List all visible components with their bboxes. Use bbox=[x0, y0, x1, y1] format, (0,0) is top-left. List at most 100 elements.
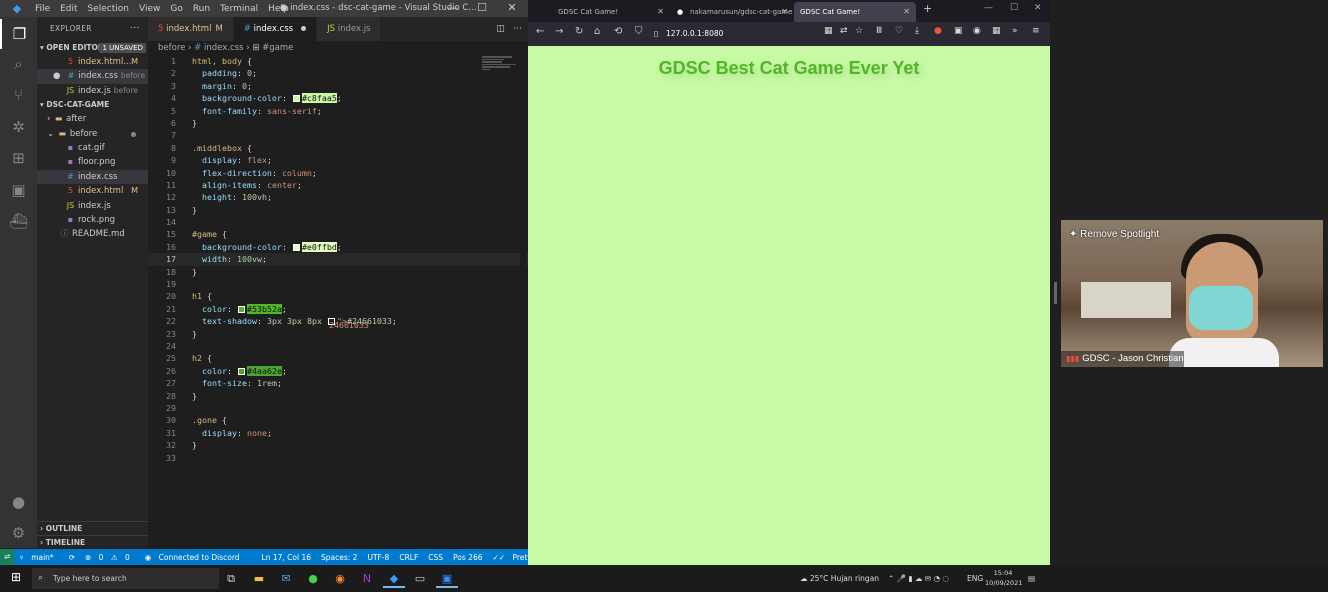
new-tab-icon[interactable]: + bbox=[923, 2, 932, 15]
code-editor[interactable]: 1 html, body {2 padding: 0; 3 margin: 0; 4 … bbox=[148, 55, 528, 464]
tree-folder[interactable]: › ▬ after bbox=[37, 112, 148, 126]
tree-file[interactable]: # index.css bbox=[37, 169, 148, 185]
account-icon[interactable]: ● bbox=[0, 487, 37, 517]
reload-icon[interactable]: ↻ bbox=[575, 26, 583, 37]
code-line[interactable]: 19 bbox=[148, 278, 528, 290]
settings-gear-icon[interactable]: ⚙ bbox=[0, 518, 37, 548]
code-line[interactable]: 9 display: flex; bbox=[148, 154, 528, 166]
unsaved-dot-icon[interactable] bbox=[301, 26, 307, 31]
tab-index-html[interactable]: 5 index.html M bbox=[148, 17, 234, 41]
addon-icon[interactable]: ▣ bbox=[954, 26, 963, 36]
resize-handle[interactable] bbox=[1054, 282, 1057, 304]
close-tab-icon[interactable]: ✕ bbox=[903, 2, 910, 22]
tree-file[interactable]: ⓘ README.md bbox=[37, 227, 148, 241]
tab-index-js[interactable]: JS index.js bbox=[317, 17, 382, 41]
forward-icon[interactable]: → bbox=[555, 26, 563, 37]
code-line[interactable]: 33 bbox=[148, 452, 528, 464]
firefox-icon[interactable]: ◉ bbox=[329, 569, 351, 588]
explorer-icon[interactable]: ❐ bbox=[0, 19, 37, 49]
menu-terminal[interactable]: Terminal bbox=[220, 4, 258, 14]
shield-icon[interactable]: ⛉ bbox=[635, 26, 643, 37]
close-icon[interactable]: ✕ bbox=[497, 1, 527, 14]
code-line[interactable]: 31 display: none; bbox=[148, 427, 528, 439]
code-line[interactable]: 5 font-family: sans-serif; bbox=[148, 105, 528, 117]
open-editors-section[interactable]: ▾ OPEN EDITORS 1 UNSAVED bbox=[37, 41, 148, 55]
code-line[interactable]: 26 color: #4aa62e; bbox=[148, 365, 528, 377]
hamburger-menu-icon[interactable]: ≡ bbox=[1032, 26, 1040, 36]
discord-status[interactable]: ◉ Connected to Discord bbox=[145, 553, 245, 562]
notification-center-icon[interactable]: ▤ bbox=[1028, 565, 1035, 592]
menu-view[interactable]: View bbox=[139, 4, 160, 14]
addon-icon[interactable]: ▦ bbox=[992, 26, 1001, 36]
code-line[interactable]: 21 color: #53b52a; bbox=[148, 303, 528, 315]
tree-folder[interactable]: ⌄ ▬ before bbox=[37, 127, 148, 141]
menu-go[interactable]: Go bbox=[170, 4, 182, 14]
code-line[interactable]: 30 .gone { bbox=[148, 414, 528, 426]
code-line[interactable]: 32} bbox=[148, 439, 528, 451]
browser-tab[interactable]: ● nakamarusun/gdsc-cat-game ✕ bbox=[670, 2, 794, 22]
code-line[interactable]: 25 h2 { bbox=[148, 352, 528, 364]
indentation[interactable]: Spaces: 2 bbox=[321, 553, 357, 562]
breadcrumb-file[interactable]: index.css bbox=[204, 43, 244, 53]
input-language[interactable]: ENG bbox=[967, 565, 983, 592]
tree-file[interactable]: ▪ floor.png bbox=[37, 155, 148, 169]
code-line[interactable]: 2 padding: 0; bbox=[148, 67, 528, 79]
split-editor-icon[interactable]: ◫ ··· bbox=[496, 17, 522, 41]
problems[interactable]: ⊗ 0 ⚠ 0 bbox=[85, 553, 135, 562]
menu-selection[interactable]: Selection bbox=[88, 4, 129, 14]
breadcrumb-symbol[interactable]: #game bbox=[262, 43, 293, 53]
bookmark-star-icon[interactable]: ☆ bbox=[855, 26, 863, 36]
close-tab-icon[interactable]: ✕ bbox=[781, 2, 788, 22]
open-editor-item[interactable]: ● # index.css before bbox=[37, 69, 148, 84]
more-actions-icon[interactable]: ··· bbox=[130, 17, 140, 41]
close-tab-icon[interactable]: ✕ bbox=[657, 2, 664, 22]
zoom-icon[interactable]: ▣ bbox=[436, 569, 458, 588]
language-mode[interactable]: CSS bbox=[428, 553, 443, 562]
home-icon[interactable]: ⌂ bbox=[594, 26, 600, 37]
code-line[interactable]: 18} bbox=[148, 266, 528, 278]
mail-icon[interactable]: ✉ bbox=[275, 569, 297, 588]
remote-explorer-icon[interactable]: ▣ bbox=[0, 175, 37, 205]
debug-icon[interactable]: ✲ bbox=[0, 112, 37, 142]
project-section[interactable]: ▾ DSC-CAT-GAME bbox=[37, 98, 148, 112]
browser-tab[interactable]: GDSC Cat Game! ✕ bbox=[532, 2, 670, 22]
maximize-icon[interactable]: ☐ bbox=[1010, 3, 1018, 13]
tree-file[interactable]: ▪ rock.png bbox=[37, 213, 148, 227]
code-line[interactable]: 23} bbox=[148, 328, 528, 340]
cursor-position[interactable]: Ln 17, Col 16 bbox=[262, 553, 311, 562]
menu-file[interactable]: File bbox=[35, 4, 50, 14]
terminal-icon[interactable]: ▭ bbox=[409, 569, 431, 588]
code-line[interactable]: 13} bbox=[148, 204, 528, 216]
remote-icon[interactable]: ⇌ bbox=[0, 549, 15, 565]
sync-icon[interactable]: ⟳ bbox=[69, 553, 75, 562]
extensions-icon[interactable]: ⊞ bbox=[0, 143, 37, 173]
code-line[interactable]: 15 #game { bbox=[148, 228, 528, 240]
code-line[interactable]: 7 bbox=[148, 129, 528, 141]
code-line[interactable]: 11 align-items: center; bbox=[148, 179, 528, 191]
onenote-icon[interactable]: N bbox=[356, 569, 378, 588]
browser-tab-active[interactable]: GDSC Cat Game! ✕ bbox=[794, 2, 916, 22]
open-editor-item[interactable]: 5 index.html... M bbox=[37, 55, 148, 69]
history-icon[interactable]: ⟲ bbox=[614, 26, 622, 37]
encoding[interactable]: UTF-8 bbox=[367, 553, 389, 562]
code-line[interactable]: 28} bbox=[148, 390, 528, 402]
menu-run[interactable]: Run bbox=[193, 4, 210, 14]
line-ending[interactable]: CRLF bbox=[399, 553, 418, 562]
minimap[interactable] bbox=[482, 55, 520, 135]
clock[interactable]: 15:04 10/09/2021 bbox=[985, 568, 1022, 588]
char-position[interactable]: Pos 266 bbox=[453, 553, 482, 562]
tray-icons[interactable]: ⌃ 🎤 ▮ ☁ ✉ ◔ ◌ bbox=[888, 565, 949, 592]
back-icon[interactable]: ← bbox=[536, 26, 544, 37]
code-line[interactable]: 17 width: 100vw; bbox=[148, 253, 528, 266]
tree-file[interactable]: JS index.js bbox=[37, 199, 148, 213]
git-branch[interactable]: ⑂ main* bbox=[19, 553, 58, 562]
tab-index-css[interactable]: # index.css bbox=[233, 17, 318, 41]
code-line[interactable]: 1 html, body { bbox=[148, 55, 528, 67]
overflow-icon[interactable]: » bbox=[1012, 26, 1018, 36]
translate-icon[interactable]: ⇄ bbox=[840, 26, 848, 36]
code-line[interactable]: 20 h1 { bbox=[148, 290, 528, 302]
minimize-icon[interactable]: — bbox=[438, 1, 468, 14]
remove-spotlight-button[interactable]: ✦ Remove Spotlight bbox=[1069, 229, 1159, 240]
maximize-icon[interactable]: ☐ bbox=[467, 1, 497, 14]
line-app-icon[interactable]: ● bbox=[302, 569, 324, 588]
